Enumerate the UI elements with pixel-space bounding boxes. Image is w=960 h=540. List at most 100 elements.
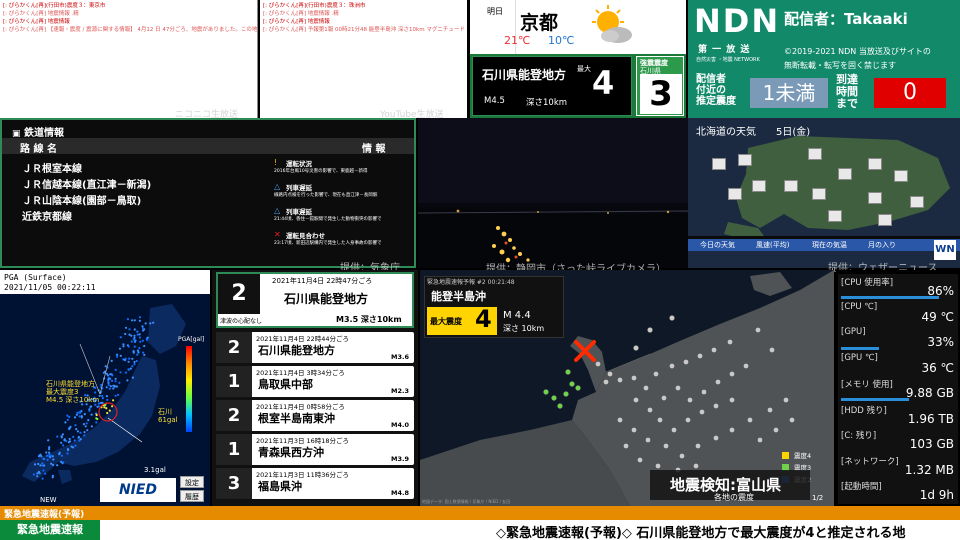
station-marker	[783, 397, 789, 403]
pga-station-dot	[87, 419, 90, 422]
legend-caption: 各地の震度	[714, 493, 754, 502]
pga-settings-button[interactable]: 設定	[180, 476, 204, 488]
quake-item-mag: M4.0	[391, 421, 409, 429]
latest-quake-tsunami: 津波の心配なし	[220, 318, 263, 325]
pga-station-dot	[136, 330, 139, 333]
system-metric-label: [C: 残り]	[841, 431, 877, 441]
map-page-indicator[interactable]: 1/2	[812, 494, 823, 502]
quake-magnitude: M4.5	[484, 96, 505, 106]
weather-cloud-icon	[712, 158, 726, 170]
pga-station-dot	[51, 463, 55, 467]
pga-station-dot	[111, 405, 114, 408]
station-marker	[755, 327, 761, 333]
rail-line-name[interactable]: 近鉄京都線	[22, 208, 72, 223]
quake-list-item[interactable]: 1 2021年11月3日 16時18分ごろ 青森県西方沖 M3.9	[216, 434, 414, 465]
quake-item-mag: M4.8	[391, 489, 409, 497]
pga-station-dot	[122, 345, 125, 348]
station-marker	[563, 391, 569, 397]
pga-station-dot	[79, 411, 82, 414]
pga-station-dot	[83, 431, 86, 434]
pga-station-dot	[48, 453, 51, 456]
pga-color-scale	[186, 346, 192, 432]
pga-station-dot	[128, 333, 131, 336]
station-marker	[643, 385, 649, 391]
pga-station-dot	[143, 353, 146, 356]
quake-list-item[interactable]: 2 2021年11月4日 22時44分ごろ 石川県能登地方 M3.6	[216, 332, 414, 363]
pga-station-dot	[127, 360, 130, 363]
pga-station-dot	[128, 357, 131, 360]
pga-station-dot	[90, 425, 93, 428]
chat-log-secondary: [: ぴらかくん[再](行田市)震度３：珠洲市 [: ぴらかくん[再] 地震情報 …	[260, 0, 467, 34]
system-metric-label: [起動時間]	[841, 482, 882, 492]
weather-city: 京都	[520, 12, 559, 34]
pga-history-button[interactable]: 履歴	[180, 490, 204, 502]
quake-item-mag: M3.9	[391, 455, 409, 463]
weather-cloud-icon	[812, 188, 826, 200]
rail-line-name[interactable]: ＪＲ信越本線(直江津－新潟)	[22, 176, 151, 191]
pga-station-dot	[101, 397, 104, 400]
system-metric-label: [メモリ 使用]	[841, 380, 893, 390]
pga-epicenter-line-3: M4.5 深さ10km	[46, 396, 100, 404]
pga-station-dot	[107, 381, 110, 385]
station-marker	[773, 427, 779, 433]
weather-cloud-icon	[910, 196, 924, 208]
quake-item-intensity: 1	[216, 366, 252, 397]
rail-line-name[interactable]: ＪＲ山陰本線(園部－鳥取)	[22, 192, 141, 207]
system-metric-row: [GPU] 33%	[838, 325, 958, 351]
pga-station-dot	[68, 440, 72, 443]
nied-logo: NIED	[100, 478, 176, 502]
pga-station-dot	[118, 381, 121, 384]
railway-info-panel: ▣ 鉄道情報 路 線 名 情 報 ＪＲ根室本線 ＪＲ信越本線(直江津－新潟) ＪＲ山…	[0, 118, 416, 268]
quake-list-item[interactable]: 3 2021年11月3日 11時36分ごろ 福島県沖 M4.8	[216, 468, 414, 499]
station-marker	[543, 389, 549, 395]
rail-note-title: 列車遅延	[286, 184, 312, 192]
station-marker	[645, 437, 651, 443]
pga-station-dot	[142, 327, 145, 330]
system-metric-row: [HDD 残り] 1.96 TB	[838, 401, 958, 428]
observed-intensity: 3	[640, 74, 682, 114]
station-marker	[789, 417, 795, 423]
pga-station-dot	[86, 429, 89, 432]
chat-log: [: ぴらかくん[再](行田市)震度３：東京市 [: ぴらかくん[再] 地震情報 …	[0, 0, 257, 34]
pga-station-dot	[135, 359, 138, 363]
pga-station-dot	[136, 353, 139, 356]
weather-cloud-icon	[894, 170, 908, 182]
pga-station-dot	[108, 387, 111, 390]
local-intensity-label: 配信者 付近の 推定震度	[696, 74, 736, 107]
chat-message: [: ぴらかくん[再] 地震情報	[3, 19, 70, 25]
pga-station-dot	[109, 373, 112, 376]
pga-station-dot	[131, 319, 134, 322]
pga-station-dot	[116, 355, 119, 358]
pga-station-dot	[138, 347, 141, 350]
latest-quake-card[interactable]: 2 2021年11月4日 22時47分ごろ 石川県能登地方 津波の心配なし M3…	[216, 272, 414, 328]
pga-station-dot	[142, 329, 145, 332]
latest-quake-mag: M3.5 深さ10km	[336, 315, 402, 324]
pga-station-dot	[49, 456, 52, 459]
pga-station-dot	[82, 423, 85, 426]
station-marker	[713, 403, 719, 409]
station-marker	[687, 397, 693, 403]
weather-cloud-icon	[838, 168, 852, 180]
pga-station-dot	[48, 446, 51, 449]
live-camera-panel	[418, 118, 688, 268]
quake-list-item[interactable]: 1 2021年11月4日 3時34分ごろ 鳥取県中部 M2.3	[216, 366, 414, 397]
pga-station-dot	[62, 444, 65, 447]
quake-list-item[interactable]: 2 2021年11月4日 0時58分ごろ 根室半島南東沖 M4.0	[216, 400, 414, 431]
weather-low: 10℃	[548, 34, 575, 47]
pga-station-dot	[72, 435, 75, 438]
local-intensity-value: 1未満	[750, 78, 828, 108]
chat-message: [: ぴらかくん[再](行田市)震度３：珠洲市	[263, 3, 366, 9]
system-metric-label: [HDD 残り]	[841, 405, 887, 416]
pga-epicenter-line-2: 最大震度3	[46, 388, 79, 396]
pga-station-dot	[105, 395, 108, 398]
pga-station-dot	[63, 438, 66, 442]
weather-cloud-icon	[738, 154, 752, 166]
rail-line-name[interactable]: ＪＲ根室本線	[22, 160, 82, 175]
station-marker	[669, 363, 675, 369]
pga-station-dot	[104, 365, 107, 368]
pga-station-dot	[138, 333, 141, 336]
quake-item-place: 青森県西方沖	[258, 446, 324, 459]
station-marker	[647, 407, 653, 413]
pga-station-dot	[68, 415, 71, 419]
pga-station-dot	[137, 351, 140, 354]
